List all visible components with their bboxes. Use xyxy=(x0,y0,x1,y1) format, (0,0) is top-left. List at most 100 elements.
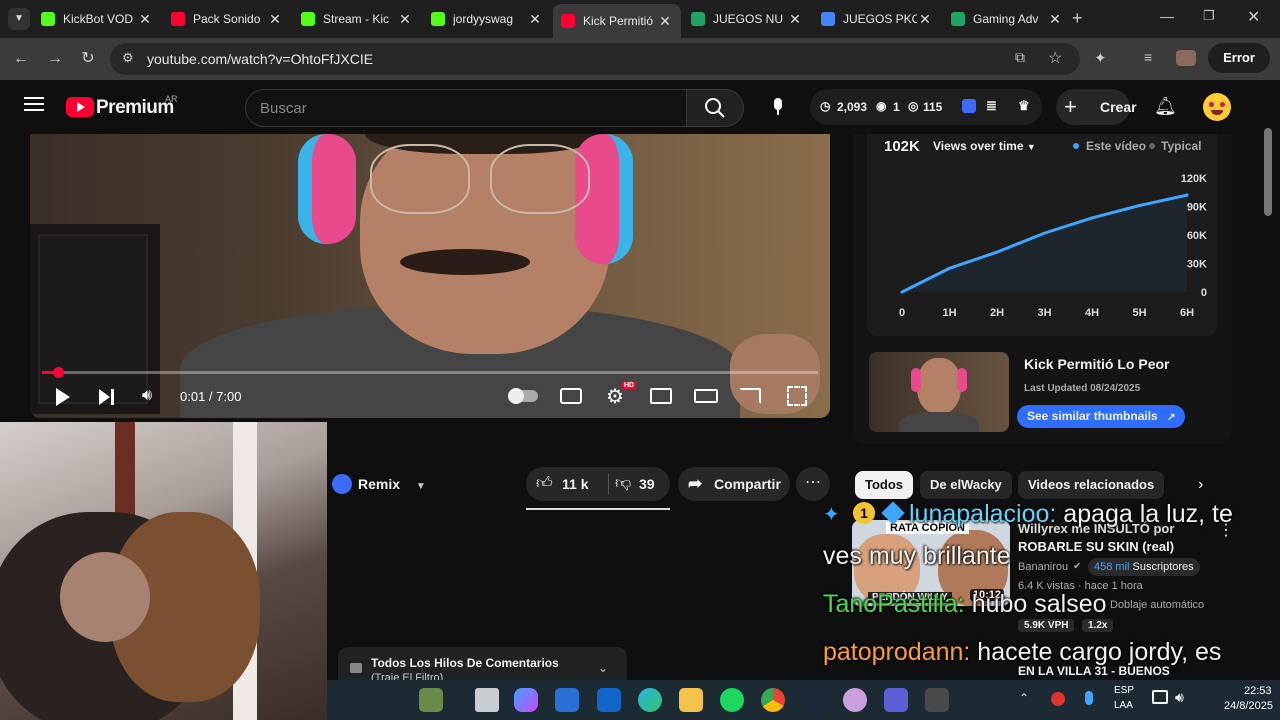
like-count[interactable]: 11 k xyxy=(562,476,588,492)
rec-title[interactable]: Willyrex me INSULTÓ por xyxy=(1018,521,1174,536)
subtitles-icon[interactable] xyxy=(560,388,582,404)
chevron-right-icon[interactable]: › xyxy=(1198,476,1203,494)
tray-chevron-icon[interactable]: ⌃ xyxy=(1019,691,1029,705)
forward-icon[interactable]: → xyxy=(44,48,66,70)
close-tab-icon[interactable]: ✕ xyxy=(267,11,283,28)
stats-pill[interactable]: ◷ 2,093 ◉ 1 ◎ 115 ≣ ♛ xyxy=(810,89,1042,125)
tab-search-button[interactable]: ▼ xyxy=(8,8,30,30)
browser-tab[interactable]: jordyyswag ✕ xyxy=(423,4,551,34)
more-vert-icon[interactable]: ⋮ xyxy=(1218,520,1234,540)
menu-icon[interactable] xyxy=(24,97,44,111)
taskbar-widget-icon[interactable] xyxy=(419,688,443,712)
minimize-icon[interactable]: — xyxy=(1160,8,1174,24)
miniplayer-icon[interactable] xyxy=(650,388,672,404)
trophy-icon[interactable]: ♛ xyxy=(1018,98,1030,114)
next-rec-title[interactable]: EN LA VILLA 31 - BUENOS xyxy=(1018,664,1170,678)
list-icon[interactable]: ≣ xyxy=(986,98,997,114)
extensions-icon[interactable]: ✦ xyxy=(1094,49,1107,67)
close-tab-icon[interactable]: ✕ xyxy=(917,11,933,28)
microphone-tray-icon[interactable] xyxy=(1085,691,1093,705)
clock-date[interactable]: 24/8/2025 xyxy=(1224,700,1273,712)
chrome-icon[interactable] xyxy=(761,688,785,712)
browser-tab[interactable]: JUEGOS NU ✕ xyxy=(683,4,811,34)
chip-de-elwacky[interactable]: De elWacky xyxy=(920,471,1012,499)
store-icon[interactable] xyxy=(555,688,579,712)
more-actions-button[interactable]: ⋯ xyxy=(796,467,830,501)
notifications-bell-icon[interactable]: 🔔︎ xyxy=(1154,96,1177,117)
channel-chip[interactable]: Remix ▼ xyxy=(330,470,432,498)
chip-todos[interactable]: Todos xyxy=(855,471,914,499)
share-button[interactable]: ➦ Compartir xyxy=(678,467,790,501)
rec-title[interactable]: ROBARLE SU SKIN (real) xyxy=(1018,539,1174,554)
app-icon[interactable] xyxy=(884,688,908,712)
chevron-down-icon[interactable]: ⌄ xyxy=(598,661,608,675)
back-icon[interactable]: ← xyxy=(10,48,32,70)
autoplay-toggle[interactable] xyxy=(508,388,538,404)
volume-tray-icon[interactable]: 🔊︎ xyxy=(1175,689,1184,706)
clock-time[interactable]: 22:53 xyxy=(1244,685,1272,697)
cast-icon[interactable] xyxy=(739,388,761,404)
browser-tab[interactable]: Stream - Kic ✕ xyxy=(293,4,421,34)
browser-tab[interactable]: JUEGOS PKO ✕ xyxy=(813,4,941,34)
close-tab-icon[interactable]: ✕ xyxy=(137,11,153,28)
browser-tab[interactable]: KickBot VOD ✕ xyxy=(33,4,161,34)
install-icon[interactable]: ⧉ xyxy=(1015,49,1025,66)
dislike-count[interactable]: 39 xyxy=(639,476,655,492)
copilot-icon[interactable] xyxy=(514,688,538,712)
search-button[interactable] xyxy=(686,89,744,127)
search-input[interactable]: Buscar xyxy=(245,89,687,127)
related-thumbnail[interactable] xyxy=(869,352,1009,432)
language-indicator[interactable]: ESP xyxy=(1114,685,1134,696)
restore-icon[interactable]: ❐ xyxy=(1203,8,1215,24)
error-button[interactable]: Error xyxy=(1208,43,1270,73)
network-icon[interactable] xyxy=(1152,690,1168,704)
progress-track[interactable] xyxy=(42,371,818,374)
bookmark-star-icon[interactable]: ☆ xyxy=(1048,48,1062,68)
create-button[interactable]: + Crear xyxy=(1056,89,1137,125)
browser-tab[interactable]: Pack Sonido ✕ xyxy=(163,4,291,34)
fullscreen-icon[interactable] xyxy=(787,386,807,406)
close-tab-icon[interactable]: ✕ xyxy=(657,13,673,30)
media-control-icon[interactable]: ≡ xyxy=(1144,49,1152,65)
reload-icon[interactable]: ↻ xyxy=(77,48,99,70)
file-explorer-icon[interactable] xyxy=(679,688,703,712)
scrollbar-thumb[interactable] xyxy=(1264,128,1272,216)
language-indicator[interactable]: LAA xyxy=(1114,700,1133,711)
account-avatar[interactable] xyxy=(1203,93,1231,121)
browser-tab[interactable]: Kick Permitió ✕ xyxy=(553,4,681,38)
site-settings-icon[interactable]: ⚙ xyxy=(122,50,134,66)
volume-icon[interactable]: 🔊︎ xyxy=(142,387,152,405)
see-similar-button[interactable]: See similar thumbnails ↗ xyxy=(1017,405,1186,428)
chip-related[interactable]: Videos relacionados xyxy=(1018,471,1165,499)
related-title[interactable]: Kick Permitió Lo Peor xyxy=(1024,356,1169,372)
play-icon[interactable] xyxy=(56,388,70,406)
rec-thumbnail[interactable]: RATA COPIÓN PERDÓN WILLY 10:12 xyxy=(852,520,1010,606)
app-icon[interactable] xyxy=(843,688,867,712)
progress-scrubber[interactable] xyxy=(52,367,64,378)
video-player[interactable]: 🔊︎ 0:01 / 7:00 ⚙ HD xyxy=(30,134,830,418)
outlook-icon[interactable] xyxy=(597,688,621,712)
close-tab-icon[interactable]: ✕ xyxy=(527,11,543,28)
theater-mode-icon[interactable] xyxy=(694,389,718,403)
youtube-logo[interactable] xyxy=(66,97,94,117)
task-view-icon[interactable] xyxy=(475,688,499,712)
like-icon[interactable]: 👍︎ xyxy=(536,474,553,493)
steam-icon[interactable] xyxy=(802,688,826,712)
microphone-icon[interactable] xyxy=(772,98,784,116)
browser-tab[interactable]: Gaming Adv ✕ xyxy=(943,4,1071,34)
extension-badge-icon[interactable] xyxy=(962,99,976,113)
close-tab-icon[interactable]: ✕ xyxy=(787,11,803,28)
close-window-icon[interactable]: ✕ xyxy=(1247,7,1260,27)
close-tab-icon[interactable]: ✕ xyxy=(1047,11,1063,28)
dislike-icon[interactable]: 👎︎ xyxy=(615,474,631,493)
rec-channel[interactable]: Bananirou xyxy=(1018,561,1068,573)
new-tab-icon[interactable]: + xyxy=(1072,8,1083,29)
spotify-icon[interactable] xyxy=(720,688,744,712)
address-bar[interactable]: ⚙ youtube.com/watch?v=OhtoFfJXCIE ⧉ ☆ xyxy=(110,43,1080,75)
edge-icon[interactable] xyxy=(638,688,662,712)
close-tab-icon[interactable]: ✕ xyxy=(397,11,413,28)
profile-avatar[interactable] xyxy=(1176,50,1196,66)
next-icon[interactable] xyxy=(99,389,115,405)
tray-app-icon[interactable] xyxy=(1051,692,1065,706)
app-icon[interactable] xyxy=(925,688,949,712)
